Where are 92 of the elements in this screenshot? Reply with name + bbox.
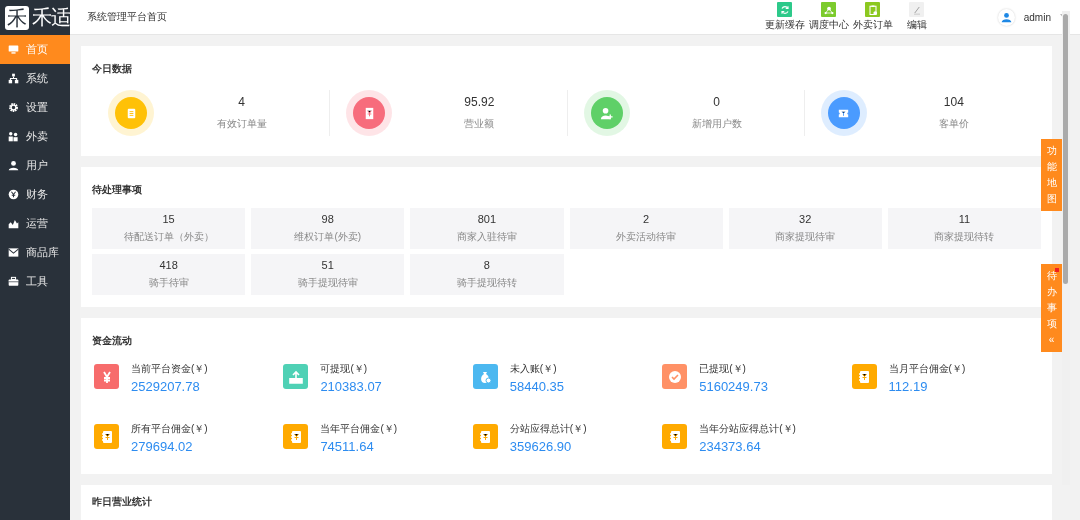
stat-value: 95.92 [464, 95, 495, 109]
fund-label: 分站应得总计(￥) [509, 422, 587, 436]
fund-amount: 58440.35 [509, 379, 565, 394]
pending-label: 商家提现待转 [934, 230, 995, 244]
shortcut-label: 外卖订单 [852, 18, 893, 32]
fund-label: 已提现(￥) [699, 362, 747, 376]
fund-label: 当年平台佣金(￥) [320, 422, 398, 436]
pending-tile[interactable]: 15 待配送订单（外卖） [92, 208, 246, 249]
pending-count: 98 [321, 213, 334, 225]
people-icon [8, 131, 19, 142]
section-title: 资金流动 [92, 334, 132, 348]
fund-label: 当年分站应得总计(￥) [699, 422, 796, 436]
pending-label: 待配送订单（外卖） [123, 230, 214, 244]
stat-label: 客单价 [938, 117, 969, 131]
toolbar-button[interactable]: 编辑 [895, 2, 938, 32]
toolbar-button[interactable]: 更新缓存 [763, 2, 806, 32]
pending-tile[interactable]: 32 商家提现待审 [728, 208, 882, 249]
sidebar-item[interactable]: 商品库 [0, 238, 70, 267]
mail-icon [8, 247, 19, 258]
pending-label: 骑手待审 [148, 276, 189, 290]
pending-tile[interactable]: 8 骑手提现待转 [410, 254, 564, 295]
pending-tile[interactable]: 51 骑手提现待审 [251, 254, 405, 295]
stat-label: 营业额 [464, 117, 495, 131]
shortcut-label: 调度中心 [808, 18, 849, 32]
pending-label: 骑手提现待审 [297, 276, 358, 290]
avatar-icon[interactable] [997, 8, 1015, 26]
section-title: 昨日营业统计 [92, 495, 152, 509]
toolbar-button[interactable]: 调度中心 [807, 2, 850, 32]
gear-icon [8, 102, 19, 113]
check-icon [666, 368, 683, 385]
fund-amount: 74511.64 [320, 439, 375, 454]
pending-count: 418 [159, 259, 178, 271]
shortcut-label: 编辑 [906, 18, 927, 32]
add-user-icon [599, 105, 614, 121]
scrollbar-thumb[interactable] [1063, 14, 1068, 284]
pending-tile[interactable]: 801 商家入驻待审 [410, 208, 564, 249]
fund-amount: 210383.07 [320, 379, 382, 394]
sidebar-item[interactable]: 运营 [0, 209, 70, 238]
fund-label: 当月平台佣金(￥) [888, 362, 966, 376]
user-icon [1000, 11, 1012, 23]
username-link[interactable]: admin [1023, 11, 1051, 23]
stat-value: 4 [238, 95, 245, 109]
pending-tile[interactable]: 11 商家提现待转 [887, 208, 1041, 249]
pending-label: 维权订单(外卖) [294, 230, 362, 244]
user-icon [8, 160, 19, 171]
fund-amount: 359626.90 [509, 439, 573, 454]
pending-label: 商家入驻待审 [456, 230, 517, 244]
breadcrumb-title: 系统管理平台首页 [87, 10, 167, 24]
briefcase-icon [8, 276, 19, 287]
logo-text: 禾适 [32, 5, 70, 30]
sidebar-item[interactable]: 财务 [0, 180, 70, 209]
pending-count: 32 [799, 213, 812, 225]
fund-amount: 279694.02 [131, 439, 194, 454]
fund-amount: 112.19 [888, 379, 929, 394]
pending-count: 8 [483, 259, 490, 271]
monitor-icon [8, 44, 19, 55]
stat-value: 0 [713, 95, 720, 109]
pending-count: 2 [643, 213, 650, 225]
shortcut-label: 更新缓存 [764, 18, 805, 32]
hierarchy-icon [8, 73, 19, 84]
sidebar-item[interactable]: 外卖 [0, 122, 70, 151]
upload-tray-icon [287, 368, 304, 385]
fund-label: 可提现(￥) [320, 362, 369, 376]
pending-count: 801 [477, 213, 497, 225]
yen-icon [8, 189, 19, 200]
pending-tile[interactable]: 98 维权订单(外卖) [251, 208, 405, 249]
fund-amount: 2529207.78 [131, 379, 201, 394]
fund-label: 所有平台佣金(￥) [131, 422, 208, 436]
chart-icon [8, 218, 19, 229]
sidebar-item[interactable]: 工具 [0, 267, 70, 296]
pending-count: 51 [321, 259, 334, 271]
sidebar-item[interactable]: 用户 [0, 151, 70, 180]
pending-label: 骑手提现待转 [456, 276, 517, 290]
sidebar-item[interactable]: 设置 [0, 93, 70, 122]
fund-label: 未入账(￥) [509, 362, 558, 376]
pending-tile[interactable]: 418 骑手待审 [92, 254, 246, 295]
section-title: 待处理事项 [92, 183, 142, 197]
pending-label: 商家提现待审 [775, 230, 836, 244]
stat-value: 104 [943, 95, 964, 109]
toolbar-button[interactable]: 外卖订单 [851, 2, 894, 32]
stat-label: 新增用户数 [691, 117, 742, 131]
stat-label: 有效订单量 [216, 117, 267, 131]
pending-label: 外卖活动待审 [616, 230, 677, 244]
fund-amount: 234373.64 [699, 439, 762, 454]
sidebar-item[interactable]: 系统 [0, 64, 70, 93]
pending-tile[interactable]: 2 外卖活动待审 [569, 208, 723, 249]
fund-amount: 5160249.73 [699, 379, 768, 394]
pending-count: 11 [958, 213, 971, 225]
section-title: 今日数据 [92, 62, 132, 76]
fund-label: 当前平台资金(￥) [131, 362, 208, 376]
logo-mark: 禾 [5, 5, 29, 30]
pending-count: 15 [162, 213, 175, 225]
